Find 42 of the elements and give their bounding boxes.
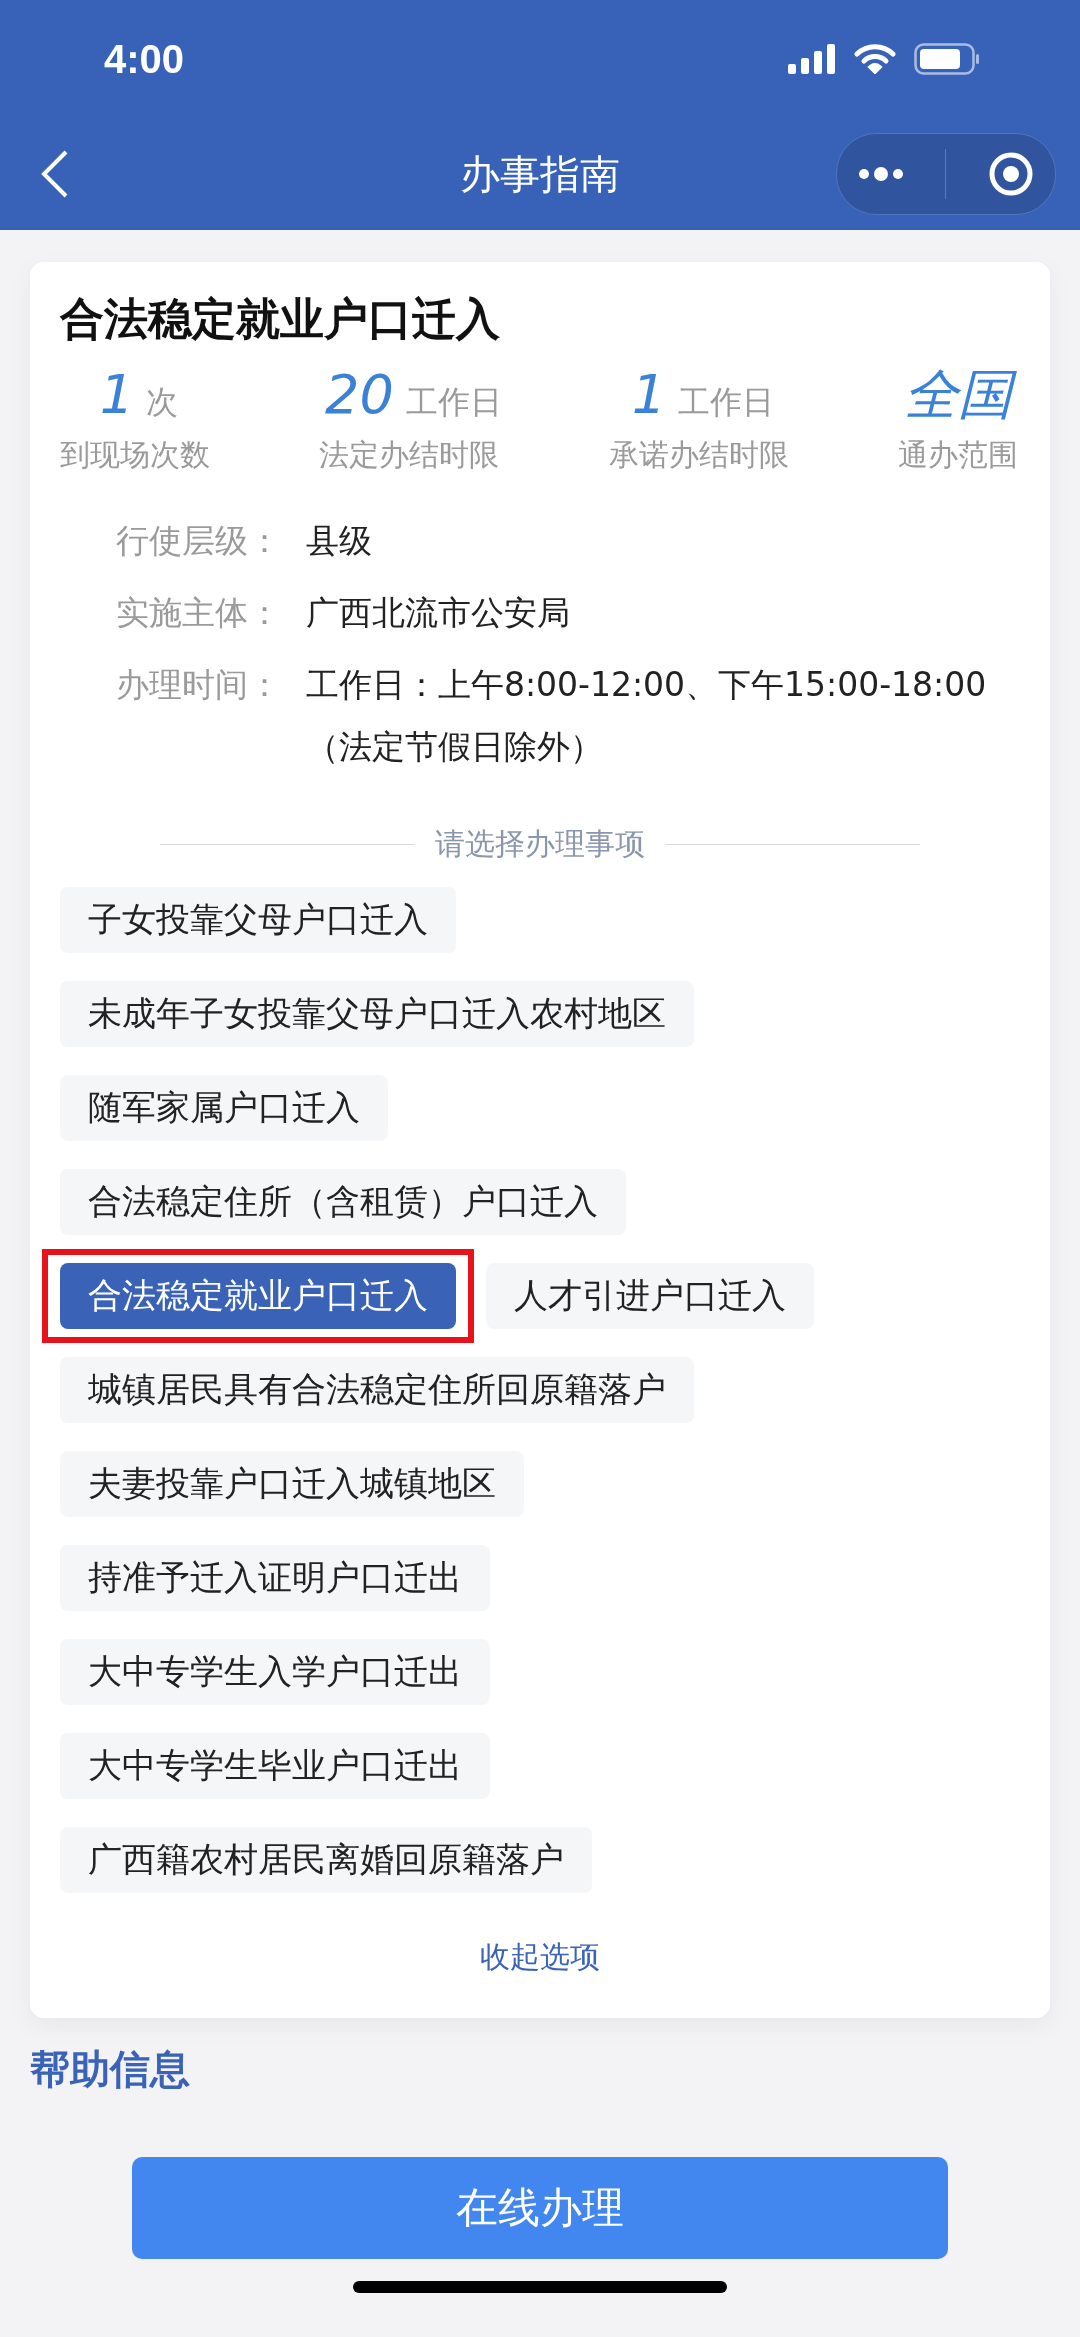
option-chip[interactable]: 城镇居民具有合法稳定住所回原籍落户: [60, 1357, 694, 1423]
info-label: 实施主体：: [116, 592, 282, 634]
section-heading: 帮助信息: [30, 2045, 191, 2094]
info-value: 工作日：上午8:00-12:00、下午15:00-18:00（法定节假日除外）: [306, 664, 988, 768]
stat-label: 通办范围: [898, 436, 1018, 474]
stat-unit: 工作日: [678, 382, 775, 423]
option-chip[interactable]: 大中专学生入学户口迁出: [60, 1639, 490, 1705]
option-chip[interactable]: 广西籍农村居民离婚回原籍落户: [60, 1827, 592, 1893]
option-chip[interactable]: 合法稳定住所（含租赁）户口迁入: [60, 1169, 626, 1235]
stat-label: 承诺办结时限: [608, 436, 789, 474]
stat-value: 20: [324, 363, 395, 427]
option-chip[interactable]: 大中专学生毕业户口迁出: [60, 1733, 490, 1799]
signal-icon: [788, 44, 836, 74]
option-chip[interactable]: 未成年子女投靠父母户口迁入农村地区: [60, 981, 694, 1047]
stat-unit: 次: [146, 382, 179, 423]
online-apply-button[interactable]: 在线办理: [132, 2157, 948, 2259]
info-value: 县级: [306, 520, 372, 562]
wifi-icon: [854, 44, 896, 74]
service-title: 合法稳定就业户口迁入: [60, 292, 501, 346]
option-chip[interactable]: 夫妻投靠户口迁入城镇地区: [60, 1451, 524, 1517]
stat-label: 到现场次数: [60, 436, 210, 474]
stat-unit: 工作日: [405, 382, 502, 423]
stat-value: 1: [98, 363, 136, 427]
back-icon[interactable]: [40, 149, 70, 199]
info-value: 广西北流市公安局: [306, 592, 570, 634]
close-target-icon[interactable]: [988, 151, 1035, 197]
option-chip[interactable]: 合法稳定就业户口迁入: [60, 1263, 456, 1329]
info-label: 行使层级：: [116, 520, 282, 562]
option-chip[interactable]: 持准予迁入证明户口迁出: [60, 1545, 490, 1611]
section-divider-text: 请选择办理事项: [435, 825, 645, 863]
status-time: 4:00: [104, 36, 185, 82]
stat-value: 1: [630, 363, 668, 427]
collapse-link[interactable]: 收起选项: [480, 1937, 600, 1978]
option-chip[interactable]: 随军家属户口迁入: [60, 1075, 388, 1141]
info-label: 办理时间：: [116, 664, 282, 706]
more-icon[interactable]: [857, 166, 904, 182]
battery-icon: [914, 43, 980, 75]
option-chip[interactable]: 人才引进户口迁入: [486, 1263, 814, 1329]
stat-value: 全国: [896, 363, 1020, 427]
stat-label: 法定办结时限: [319, 436, 500, 474]
page-title: 办事指南: [459, 149, 621, 199]
option-chip[interactable]: 子女投靠父母户口迁入: [60, 887, 456, 953]
